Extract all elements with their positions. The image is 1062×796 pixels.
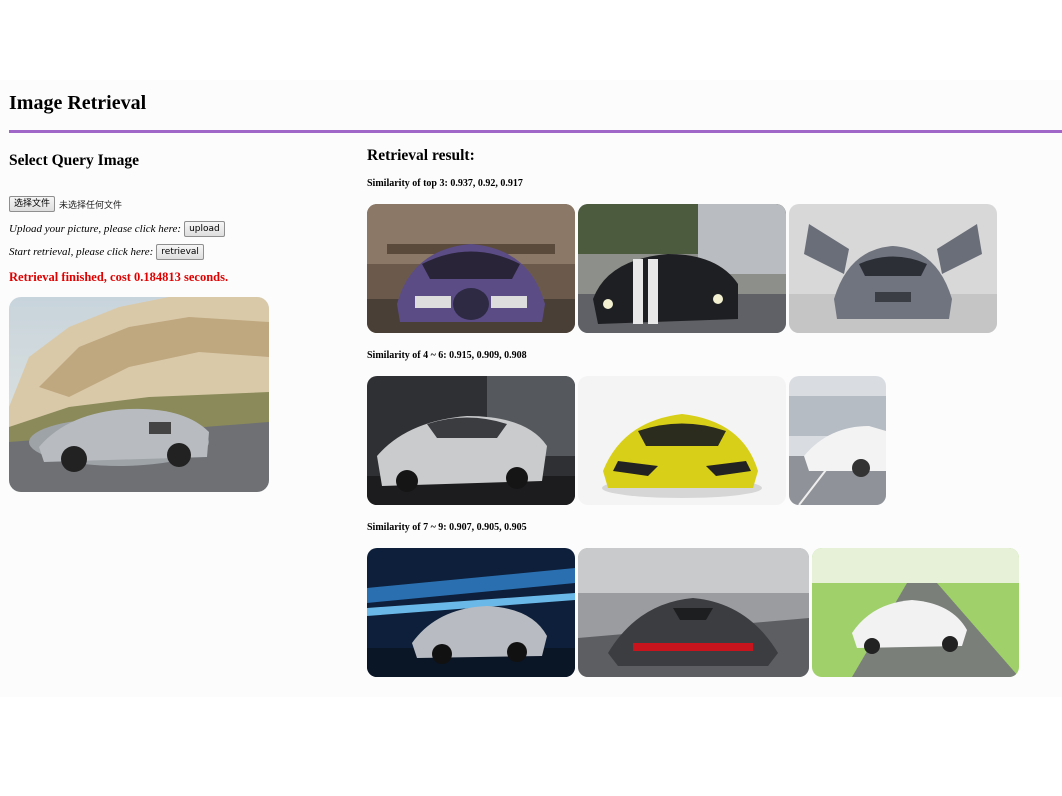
retrieval-row: Start retrieval, please click here: retr…: [9, 244, 204, 260]
file-picker: 选择文件 未选择任何文件: [9, 196, 122, 212]
similarity-label-top3: Similarity of top 3: 0.937, 0.92, 0.917: [367, 178, 523, 189]
upload-button[interactable]: upload: [184, 221, 225, 237]
result-image-3[interactable]: [789, 204, 997, 333]
result-image-4[interactable]: [367, 376, 575, 505]
result-image-1[interactable]: [367, 204, 575, 333]
upload-row: Upload your picture, please click here: …: [9, 221, 225, 237]
file-status-text: 未选择任何文件: [59, 200, 123, 211]
retrieval-status: Retrieval finished, cost 0.184813 second…: [9, 270, 229, 284]
similarity-label-7-9: Similarity of 7 ~ 9: 0.907, 0.905, 0.905: [367, 522, 527, 533]
upload-prompt: Upload your picture, please click here:: [9, 223, 182, 235]
results-heading: Retrieval result:: [367, 147, 475, 164]
result-image-7[interactable]: [367, 548, 575, 677]
choose-file-button[interactable]: 选择文件: [9, 196, 56, 212]
result-image-6[interactable]: [789, 376, 886, 505]
query-image: [9, 297, 269, 492]
result-image-5[interactable]: [578, 376, 786, 505]
result-image-9[interactable]: [812, 548, 1019, 677]
result-image-8[interactable]: [578, 548, 809, 677]
page-title: Image Retrieval: [9, 92, 147, 114]
title-divider: [9, 130, 1062, 133]
similarity-label-4-6: Similarity of 4 ~ 6: 0.915, 0.909, 0.908: [367, 350, 527, 361]
result-image-2[interactable]: [578, 204, 786, 333]
retrieval-prompt: Start retrieval, please click here:: [9, 246, 154, 258]
query-heading: Select Query Image: [9, 152, 139, 169]
retrieval-button[interactable]: retrieval: [156, 244, 204, 260]
